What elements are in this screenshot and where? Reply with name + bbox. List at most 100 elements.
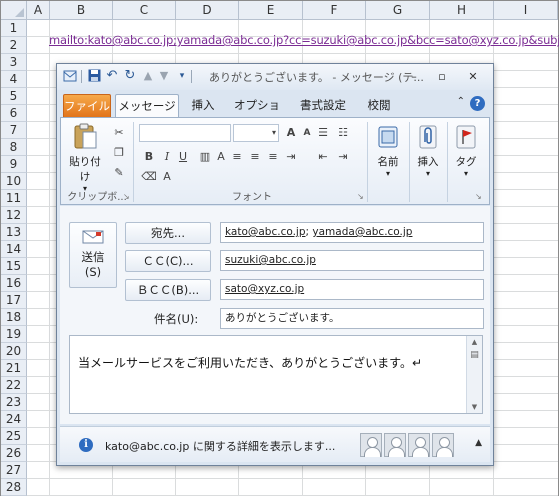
customize-quick-access-icon[interactable]: ▾ xyxy=(175,69,189,83)
tags-launcher-icon[interactable]: ↘ xyxy=(475,192,482,201)
row-header-28[interactable]: 28 xyxy=(1,479,27,496)
expand-people-pane-icon[interactable]: ▲ xyxy=(475,438,482,448)
help-icon[interactable]: ? xyxy=(470,96,485,111)
select-all-corner[interactable] xyxy=(1,1,27,20)
row-header-20[interactable]: 20 xyxy=(1,343,27,360)
tab-file[interactable]: ファイル xyxy=(63,94,111,117)
column-header-e[interactable]: E xyxy=(239,1,303,20)
contact-avatar-icon[interactable] xyxy=(432,433,454,457)
address-book-button[interactable]: 名前 ▾ xyxy=(369,122,407,178)
body-scrollbar[interactable]: ▲ ▤ ▼ xyxy=(466,336,482,413)
row-header-11[interactable]: 11 xyxy=(1,190,27,207)
to-recipient-1[interactable]: kato@abc.co.jp xyxy=(225,226,306,238)
highlight-icon[interactable]: ▥ xyxy=(197,150,213,164)
font-size-combo[interactable]: ▾ xyxy=(233,124,279,142)
indent-icon[interactable]: ⇥ xyxy=(283,150,299,164)
underline-icon[interactable]: U xyxy=(175,150,191,164)
paste-button[interactable]: 貼り付け ▾ xyxy=(65,122,105,193)
collapse-ribbon-icon[interactable]: ⌃ xyxy=(457,96,465,107)
bcc-field[interactable]: sato@xyz.co.jp xyxy=(220,279,484,300)
row-header-6[interactable]: 6 xyxy=(1,105,27,122)
decrease-indent-icon[interactable]: ⇤ xyxy=(315,150,331,164)
cut-icon[interactable]: ✂ xyxy=(111,126,127,140)
message-body[interactable]: 当メールサービスをご利用いただき、ありがとうございます。↵ ▲ ▤ ▼ xyxy=(69,335,483,414)
row-header-3[interactable]: 3 xyxy=(1,54,27,71)
clear-format-icon[interactable]: ⌫ xyxy=(141,170,157,184)
next-item-icon[interactable]: ▼ xyxy=(157,69,171,83)
italic-icon[interactable]: I xyxy=(159,150,175,164)
tab-format[interactable]: 書式設定 xyxy=(293,94,353,117)
row-header-19[interactable]: 19 xyxy=(1,326,27,343)
tab-options[interactable]: オプション xyxy=(229,94,285,134)
column-header-c[interactable]: C xyxy=(113,1,176,20)
row-header-24[interactable]: 24 xyxy=(1,411,27,428)
column-header-h[interactable]: H xyxy=(430,1,494,20)
tags-button[interactable]: タグ ▾ xyxy=(449,122,483,178)
bullets-icon[interactable]: ☰ xyxy=(315,126,331,140)
row-header-15[interactable]: 15 xyxy=(1,258,27,275)
align-left-icon[interactable]: ≡ xyxy=(229,150,245,164)
cell-b2-mailto-link[interactable]: mailto:kato@abc.co.jp;yamada@abc.co.jp?c… xyxy=(49,31,559,49)
column-header-b[interactable]: B xyxy=(50,1,113,20)
row-header-22[interactable]: 22 xyxy=(1,377,27,394)
clipboard-launcher-icon[interactable]: ↘ xyxy=(123,192,130,201)
row-header-1[interactable]: 1 xyxy=(1,20,27,37)
cc-field[interactable]: suzuki@abc.co.jp xyxy=(220,250,484,271)
row-header-17[interactable]: 17 xyxy=(1,292,27,309)
redo-icon[interactable]: ↻ xyxy=(123,69,137,83)
send-button[interactable]: 送信 (S) xyxy=(69,222,117,288)
format-painter-icon[interactable]: ✎ xyxy=(111,166,127,180)
people-pane-text[interactable]: kato@abc.co.jp に関する詳細を表示します... xyxy=(105,438,335,454)
tab-review[interactable]: 校閲 xyxy=(361,94,397,117)
previous-item-icon[interactable]: ▲ xyxy=(141,69,155,83)
column-header-a[interactable]: A xyxy=(27,1,50,20)
row-header-5[interactable]: 5 xyxy=(1,88,27,105)
row-header-23[interactable]: 23 xyxy=(1,394,27,411)
scroll-down-icon[interactable]: ▼ xyxy=(467,401,482,413)
tab-message[interactable]: メッセージ xyxy=(115,94,179,117)
row-header-9[interactable]: 9 xyxy=(1,156,27,173)
save-icon[interactable] xyxy=(87,69,101,83)
scroll-options-icon[interactable]: ▤ xyxy=(467,349,482,361)
to-button[interactable]: 宛先... xyxy=(125,222,211,244)
font-name-combo[interactable] xyxy=(139,124,231,142)
align-right-icon[interactable]: ≡ xyxy=(265,150,281,164)
attach-button[interactable]: 挿入 ▾ xyxy=(411,122,445,178)
tab-insert[interactable]: 挿入 xyxy=(185,94,221,117)
increase-indent-icon[interactable]: ⇥ xyxy=(335,150,351,164)
row-header-12[interactable]: 12 xyxy=(1,207,27,224)
to-recipient-2[interactable]: yamada@abc.co.jp xyxy=(312,226,412,238)
row-header-27[interactable]: 27 xyxy=(1,462,27,479)
column-header-i[interactable]: I xyxy=(494,1,558,20)
row-header-18[interactable]: 18 xyxy=(1,309,27,326)
scroll-up-icon[interactable]: ▲ xyxy=(467,336,482,348)
row-header-10[interactable]: 10 xyxy=(1,173,27,190)
align-center-icon[interactable]: ≡ xyxy=(247,150,263,164)
bcc-recipient[interactable]: sato@xyz.co.jp xyxy=(225,283,304,295)
font-color-icon[interactable]: A xyxy=(213,150,229,164)
undo-icon[interactable]: ↶ xyxy=(105,69,119,83)
row-header-26[interactable]: 26 xyxy=(1,445,27,462)
column-header-g[interactable]: G xyxy=(366,1,430,20)
to-field[interactable]: kato@abc.co.jp; yamada@abc.co.jp xyxy=(220,222,484,243)
minimize-button[interactable]: – xyxy=(403,68,425,85)
row-header-2[interactable]: 2 xyxy=(1,37,27,54)
row-header-25[interactable]: 25 xyxy=(1,428,27,445)
column-header-f[interactable]: F xyxy=(303,1,366,20)
close-button[interactable]: ✕ xyxy=(462,68,484,85)
cc-button[interactable]: ＣＣ(C)... xyxy=(125,250,211,272)
contact-avatar-icon[interactable] xyxy=(408,433,430,457)
text-effect-icon[interactable]: A xyxy=(159,170,175,184)
row-header-13[interactable]: 13 xyxy=(1,224,27,241)
contact-avatar-icon[interactable] xyxy=(384,433,406,457)
subject-field[interactable]: ありがとうございます。 xyxy=(220,308,484,329)
shrink-font-icon[interactable]: A xyxy=(299,126,315,140)
outlook-app-icon[interactable] xyxy=(63,69,77,83)
row-header-16[interactable]: 16 xyxy=(1,275,27,292)
font-launcher-icon[interactable]: ↘ xyxy=(357,192,364,201)
bcc-button[interactable]: ＢＣＣ(B)... xyxy=(125,279,211,301)
numbering-icon[interactable]: ☷ xyxy=(335,126,351,140)
row-header-21[interactable]: 21 xyxy=(1,360,27,377)
column-header-d[interactable]: D xyxy=(176,1,239,20)
cc-recipient[interactable]: suzuki@abc.co.jp xyxy=(225,254,316,266)
